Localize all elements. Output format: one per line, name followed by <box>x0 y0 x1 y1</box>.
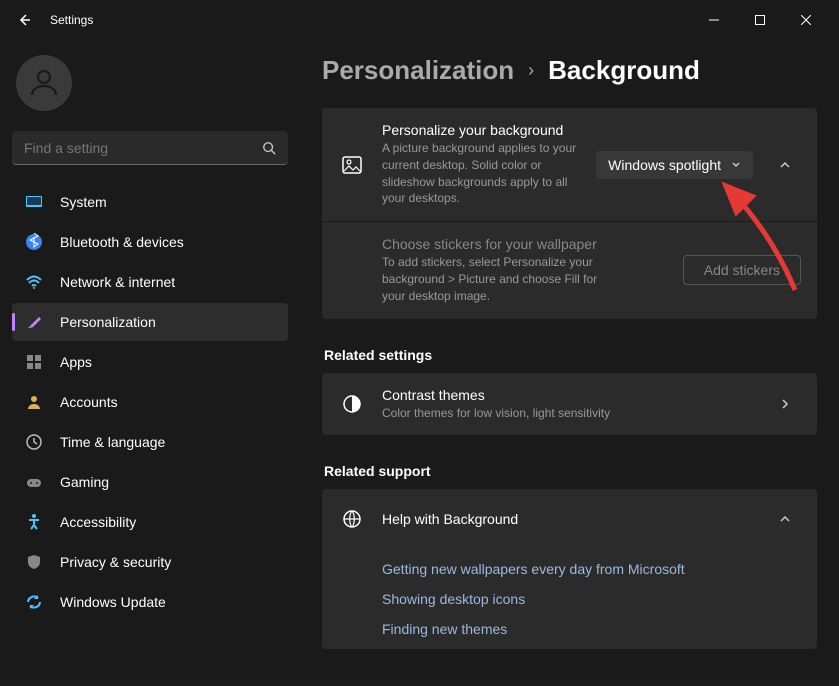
globe-icon <box>338 509 366 529</box>
help-link-themes[interactable]: Finding new themes <box>382 621 757 637</box>
sidebar-item-gaming[interactable]: Gaming <box>12 463 288 501</box>
sidebar-item-label: Gaming <box>60 474 109 490</box>
sidebar-item-label: Apps <box>60 354 92 370</box>
bluetooth-icon <box>24 232 44 252</box>
dropdown-value: Windows spotlight <box>608 157 721 173</box>
chevron-up-icon <box>779 159 791 171</box>
search-icon <box>262 141 276 155</box>
sidebar-item-privacy[interactable]: Privacy & security <box>12 543 288 581</box>
sidebar-item-label: System <box>60 194 107 210</box>
personalize-background-row: Personalize your background A picture ba… <box>322 108 817 221</box>
sidebar-item-apps[interactable]: Apps <box>12 343 288 381</box>
avatar[interactable] <box>16 55 72 111</box>
related-settings-header: Related settings <box>324 347 817 363</box>
related-support-header: Related support <box>324 463 817 479</box>
sidebar-item-label: Accounts <box>60 394 118 410</box>
personalize-title: Personalize your background <box>382 122 580 138</box>
wifi-icon <box>24 272 44 292</box>
search-field[interactable] <box>24 140 262 156</box>
contrast-themes-row[interactable]: Contrast themes Color themes for low vis… <box>322 373 817 436</box>
breadcrumb-current: Background <box>548 55 700 86</box>
contrast-title: Contrast themes <box>382 387 753 403</box>
sidebar-item-label: Network & internet <box>60 274 175 290</box>
paintbrush-icon <box>24 312 44 332</box>
sidebar-item-label: Windows Update <box>60 594 166 610</box>
help-title: Help with Background <box>382 511 753 527</box>
stickers-title: Choose stickers for your wallpaper <box>382 236 667 252</box>
chevron-right-icon <box>779 398 791 410</box>
chevron-right-icon: › <box>528 60 534 81</box>
sidebar-item-network[interactable]: Network & internet <box>12 263 288 301</box>
minimize-button[interactable] <box>691 4 737 36</box>
sidebar-item-accessibility[interactable]: Accessibility <box>12 503 288 541</box>
chevron-up-icon <box>779 513 791 525</box>
update-icon <box>24 592 44 612</box>
sidebar-item-update[interactable]: Windows Update <box>12 583 288 621</box>
add-stickers-button[interactable]: Add stickers <box>683 255 801 285</box>
close-button[interactable] <box>783 4 829 36</box>
personalize-sub: A picture background applies to your cur… <box>382 140 580 207</box>
search-input[interactable] <box>12 131 288 165</box>
go-button[interactable] <box>769 388 801 420</box>
window-title: Settings <box>50 13 93 27</box>
shield-icon <box>24 552 44 572</box>
sidebar-item-label: Time & language <box>60 434 165 450</box>
gaming-icon <box>24 472 44 492</box>
sidebar-item-time[interactable]: Time & language <box>12 423 288 461</box>
stickers-sub: To add stickers, select Personalize your… <box>382 254 612 304</box>
apps-icon <box>24 352 44 372</box>
collapse-button[interactable] <box>769 149 801 181</box>
chevron-down-icon <box>731 160 741 170</box>
system-icon <box>24 192 44 212</box>
back-button[interactable] <box>10 6 38 34</box>
sidebar-item-accounts[interactable]: Accounts <box>12 383 288 421</box>
help-background-row[interactable]: Help with Background <box>322 489 817 549</box>
sidebar-item-bluetooth[interactable]: Bluetooth & devices <box>12 223 288 261</box>
background-type-dropdown[interactable]: Windows spotlight <box>596 151 753 179</box>
contrast-sub: Color themes for low vision, light sensi… <box>382 405 753 422</box>
breadcrumb: Personalization › Background <box>322 55 817 86</box>
help-links: Getting new wallpapers every day from Mi… <box>322 549 817 649</box>
maximize-button[interactable] <box>737 4 783 36</box>
clock-icon <box>24 432 44 452</box>
picture-icon <box>338 154 366 176</box>
sidebar-item-label: Personalization <box>60 314 156 330</box>
sidebar-item-label: Bluetooth & devices <box>60 234 184 250</box>
sidebar-item-label: Privacy & security <box>60 554 171 570</box>
accessibility-icon <box>24 512 44 532</box>
sidebar-item-system[interactable]: System <box>12 183 288 221</box>
accounts-icon <box>24 392 44 412</box>
contrast-icon <box>338 394 366 414</box>
breadcrumb-parent[interactable]: Personalization <box>322 55 514 86</box>
sidebar-item-personalization[interactable]: Personalization <box>12 303 288 341</box>
sidebar-item-label: Accessibility <box>60 514 136 530</box>
help-link-wallpapers[interactable]: Getting new wallpapers every day from Mi… <box>382 561 757 577</box>
collapse-help-button[interactable] <box>769 503 801 535</box>
help-link-icons[interactable]: Showing desktop icons <box>382 591 757 607</box>
stickers-row: Choose stickers for your wallpaper To ad… <box>322 221 817 318</box>
